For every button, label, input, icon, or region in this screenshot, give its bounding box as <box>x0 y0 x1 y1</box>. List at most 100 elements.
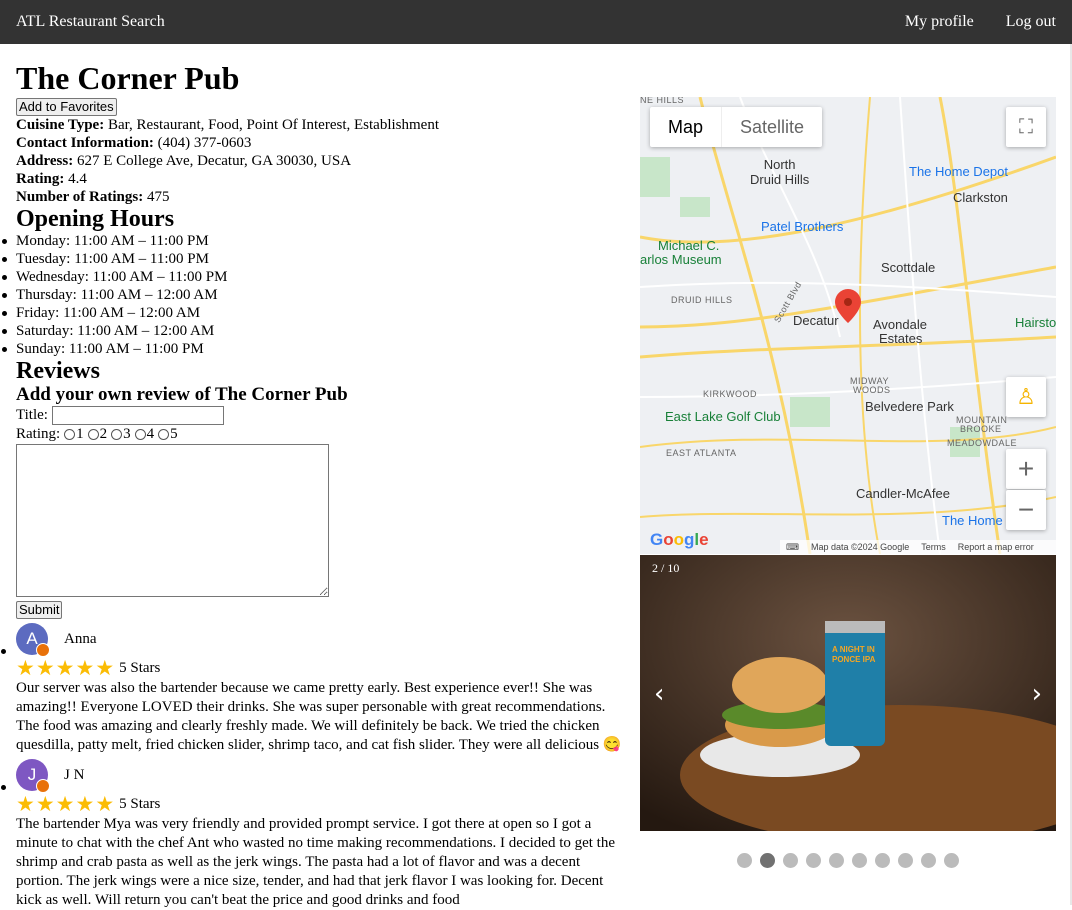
rating-radio-1[interactable] <box>64 428 76 440</box>
logout-link[interactable]: Log out <box>1006 13 1056 31</box>
restaurant-details: The Corner Pub Add to Favorites Cuisine … <box>1 58 626 910</box>
zoom-in-icon[interactable]: + <box>1006 449 1046 489</box>
review-rating-label: Rating: <box>16 426 61 443</box>
map-label: The Home <box>942 513 1003 528</box>
stars-label: 5 Stars <box>119 659 161 676</box>
avatar: J <box>16 759 50 794</box>
brand-title[interactable]: ATL Restaurant Search <box>16 13 165 31</box>
stars-label: 5 Stars <box>119 795 161 812</box>
rating-radio-4[interactable] <box>134 428 146 440</box>
review-title-row: Title: <box>16 406 626 426</box>
contact-value: (404) 377-0603 <box>157 135 252 151</box>
review-title-input[interactable] <box>51 406 224 426</box>
carousel-dot[interactable] <box>944 853 959 868</box>
num-ratings-value: 475 <box>146 189 170 205</box>
hours-item: Friday: 11:00 AM – 12:00 AM <box>2 304 626 322</box>
star-icon: ★ <box>95 656 115 681</box>
carousel-dots <box>737 853 959 868</box>
map-label: DRUID HILLS <box>671 295 733 305</box>
star-icon: ★ <box>16 656 35 681</box>
google-map[interactable]: Map Satellite ⛶ ♙ + − NE HILLS North Dru… <box>640 97 1056 554</box>
map-label: BROOKE <box>960 424 1002 434</box>
cuisine-label: Cuisine Type: <box>16 117 105 133</box>
map-type-control: Map Satellite <box>650 107 823 147</box>
reviewer-name: Anna <box>64 630 97 647</box>
map-label: East Lake Golf Club <box>665 409 781 424</box>
restaurant-info: Cuisine Type: Bar, Restaurant, Food, Poi… <box>16 116 626 206</box>
rating-radio-5[interactable] <box>158 428 170 440</box>
map-data-attribution: Map data ©2024 Google <box>811 542 910 552</box>
map-label: KIRKWOOD <box>703 389 758 399</box>
rating-radio-2[interactable] <box>87 428 99 440</box>
hours-item: Saturday: 11:00 AM – 12:00 AM <box>2 322 626 340</box>
review-stars: ★ ★ ★ ★ ★ 5 Stars <box>16 657 626 679</box>
map-tab[interactable]: Map <box>650 107 721 147</box>
rating-option-label: 1 <box>76 426 84 443</box>
map-label: The Home Depot <box>909 164 1008 179</box>
map-label: Hairsto <box>1015 315 1056 330</box>
map-label: WOODS <box>853 385 891 395</box>
google-logo: Google <box>650 530 709 549</box>
local-guide-badge-icon <box>36 779 50 794</box>
carousel-dot[interactable] <box>760 853 775 868</box>
report-map-error-link[interactable]: Report a map error <box>958 542 1034 552</box>
address-label: Address: <box>16 153 74 169</box>
avatar-initial: J <box>27 765 37 785</box>
rating-radio-3[interactable] <box>111 428 123 440</box>
carousel-dot[interactable] <box>829 853 844 868</box>
rating-label: Rating: <box>16 171 65 187</box>
satellite-tab[interactable]: Satellite <box>721 107 822 147</box>
star-icon: ★ <box>55 656 75 681</box>
carousel-dot[interactable] <box>898 853 913 868</box>
carousel-dot[interactable] <box>783 853 798 868</box>
map-label: Decatur <box>793 313 839 328</box>
carousel-dot[interactable] <box>806 853 821 868</box>
nav-links: My profile Log out <box>905 13 1056 31</box>
fullscreen-icon[interactable]: ⛶ <box>1006 107 1046 147</box>
rating-option-label: 3 <box>123 426 131 443</box>
contact-label: Contact Information: <box>16 135 154 151</box>
map-label: Estates <box>879 331 923 346</box>
map-label: arlos Museum <box>640 252 722 267</box>
hours-item: Sunday: 11:00 AM – 11:00 PM <box>2 340 626 358</box>
avatar: A <box>16 623 50 658</box>
carousel-dot[interactable] <box>737 853 752 868</box>
map-label: Michael C. <box>658 238 720 253</box>
street-view-pegman-icon[interactable]: ♙ <box>1006 377 1046 417</box>
review-item: A Anna ★ ★ ★ ★ ★ 5 Stars Our server was … <box>1 623 626 755</box>
reviewer-name: J N <box>64 766 85 783</box>
map-label: EAST ATLANTA <box>666 448 737 458</box>
rating-option-label: 2 <box>99 426 108 443</box>
add-to-favorites-button[interactable]: Add to Favorites <box>16 98 117 116</box>
my-profile-link[interactable]: My profile <box>905 13 974 31</box>
submit-review-button[interactable]: Submit <box>16 601 63 620</box>
map-label: Avondale <box>873 317 927 332</box>
reviews-heading: Reviews <box>16 358 100 384</box>
hours-item: Tuesday: 11:00 AM – 11:00 PM <box>2 250 626 268</box>
keyboard-shortcuts-icon[interactable]: ⌨ <box>786 542 799 553</box>
carousel-dot[interactable] <box>921 853 936 868</box>
map-label: Clarkston <box>953 190 1008 205</box>
review-body-textarea[interactable] <box>16 444 329 598</box>
carousel-next-icon[interactable]: › <box>1032 679 1042 709</box>
review-title-label: Title: <box>16 407 48 423</box>
review-text: Our server was also the bartender becaus… <box>16 680 622 754</box>
zoom-out-icon[interactable]: − <box>1006 490 1046 530</box>
map-label: North Druid Hills <box>750 157 810 187</box>
review-text: The bartender Mya was very friendly and … <box>16 816 616 909</box>
map-label: Scottdale <box>881 260 936 275</box>
map-label: NE HILLS <box>640 97 685 105</box>
map-terms-link[interactable]: Terms <box>921 542 946 552</box>
carousel-dot[interactable] <box>875 853 890 868</box>
hours-item: Wednesday: 11:00 AM – 11:00 PM <box>2 268 626 286</box>
carousel-counter: 2 / 10 <box>652 561 680 575</box>
opening-hours-list: Monday: 11:00 AM – 11:00 PM Tuesday: 11:… <box>2 232 626 358</box>
map-label: MEADOWDALE <box>947 438 1018 448</box>
carousel-prev-icon[interactable]: ‹ <box>654 679 664 709</box>
star-icon: ★ <box>35 656 55 681</box>
star-icon: ★ <box>95 792 115 817</box>
carousel-dot[interactable] <box>852 853 867 868</box>
hours-item: Monday: 11:00 AM – 11:00 PM <box>2 232 626 250</box>
top-navbar: ATL Restaurant Search My profile Log out <box>0 0 1072 44</box>
review-item: J J N ★ ★ ★ ★ ★ 5 Stars The bartender My… <box>1 759 626 910</box>
